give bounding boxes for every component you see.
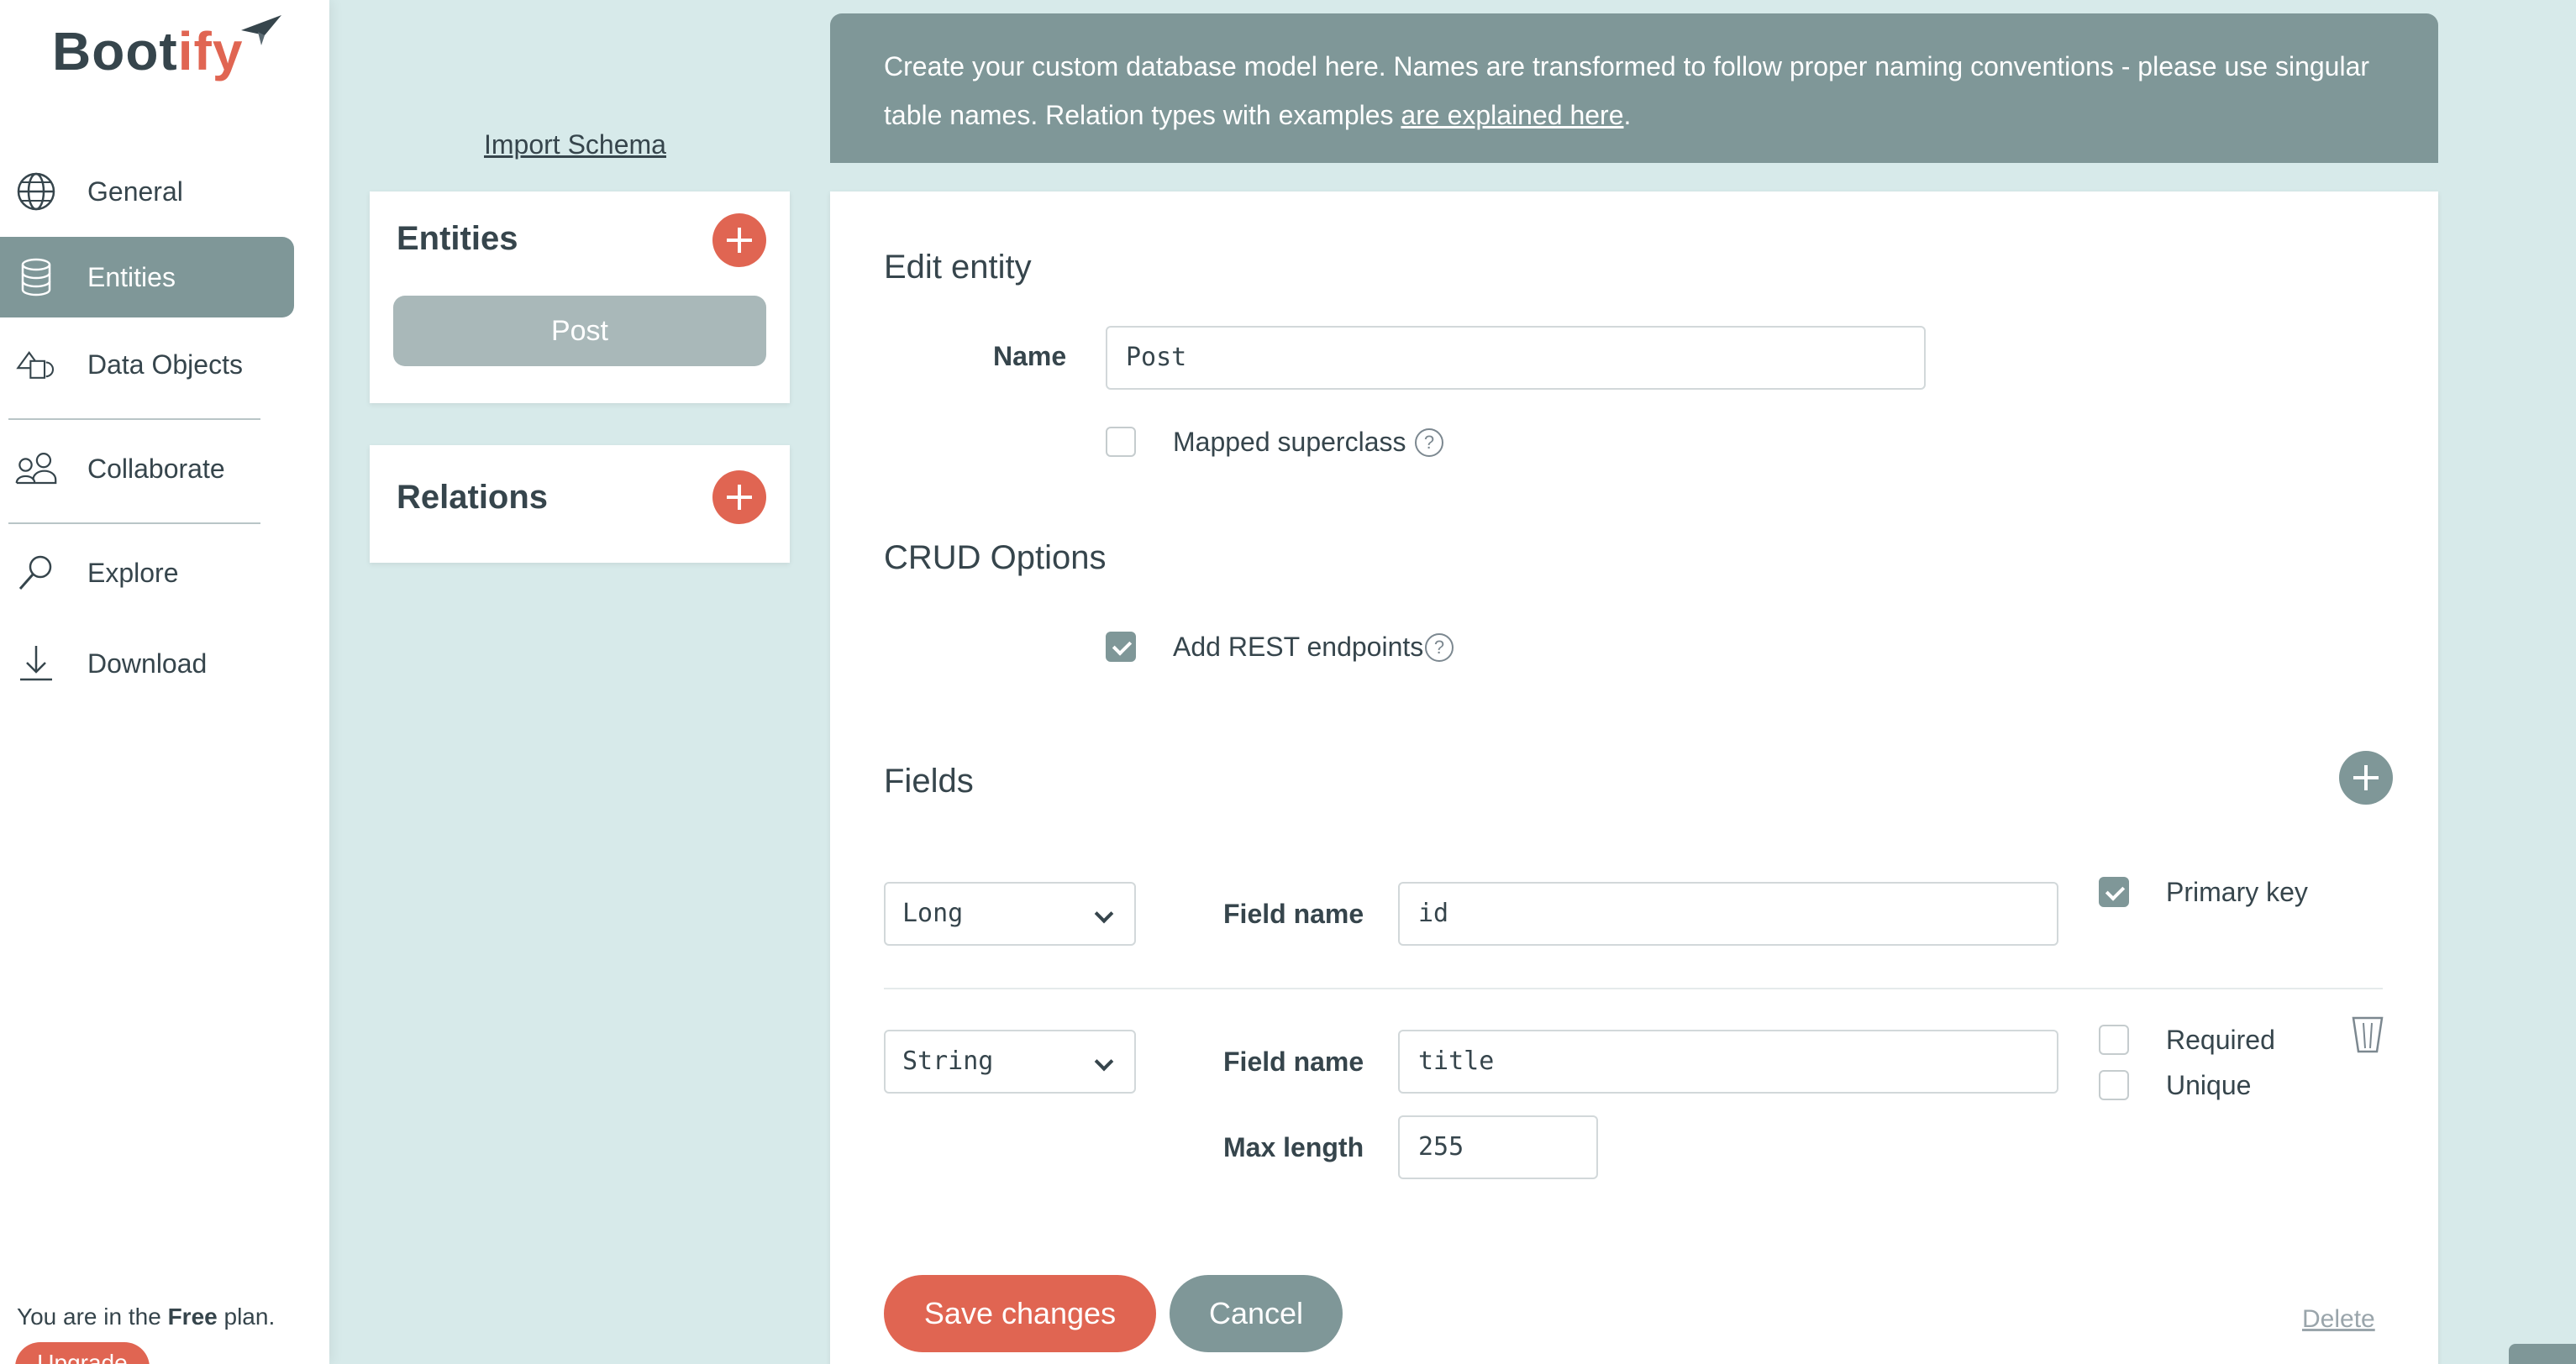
cancel-button[interactable]: Cancel bbox=[1170, 1275, 1343, 1352]
logo-accent: ify bbox=[177, 21, 244, 81]
sidebar-item-label: Explore bbox=[87, 557, 179, 588]
rest-endpoints-label: Add REST endpoints bbox=[1173, 632, 1424, 662]
plan-prefix: You are in the bbox=[17, 1304, 161, 1330]
max-length-input[interactable]: 255 bbox=[1398, 1115, 1598, 1179]
plan-status: You are in the Free plan. bbox=[17, 1304, 275, 1330]
help-icon[interactable]: ? bbox=[1415, 428, 1443, 457]
sidebar-item-label: Entities bbox=[87, 261, 176, 292]
field-name-label: Field name bbox=[1223, 899, 1364, 929]
field-type-select[interactable]: String bbox=[884, 1030, 1136, 1094]
entity-editor: Edit entity Name Post Mapped superclass … bbox=[830, 191, 2438, 1364]
entity-item-post[interactable]: Post bbox=[393, 296, 766, 366]
shapes-icon bbox=[16, 351, 54, 379]
relations-card: Relations bbox=[370, 445, 790, 563]
entity-name-input[interactable]: Post bbox=[1106, 326, 1926, 390]
field-name-input[interactable]: id bbox=[1398, 882, 2058, 946]
sidebar-item-label: Collaborate bbox=[87, 453, 225, 484]
sidebar-item-entities[interactable]: Entities bbox=[0, 237, 294, 317]
plan-name: Free bbox=[167, 1304, 218, 1330]
paper-plane-icon bbox=[241, 15, 282, 45]
sidebar-item-label: Download bbox=[87, 648, 208, 679]
database-icon bbox=[21, 258, 51, 296]
unique-checkbox[interactable] bbox=[2099, 1070, 2129, 1100]
relations-title: Relations bbox=[397, 479, 549, 516]
info-banner: Create your custom database model here. … bbox=[830, 13, 2438, 163]
sidebar-item-data-objects[interactable]: Data Objects bbox=[0, 324, 294, 405]
mapped-superclass-label: Mapped superclass bbox=[1173, 427, 1406, 457]
help-icon[interactable]: ? bbox=[1425, 633, 1454, 662]
sidebar-item-label: General bbox=[87, 176, 183, 207]
plan-suffix: plan. bbox=[223, 1304, 276, 1330]
save-changes-button[interactable]: Save changes bbox=[884, 1275, 1156, 1352]
magnifier-icon bbox=[18, 555, 52, 590]
globe-icon bbox=[17, 172, 55, 211]
sidebar-item-general[interactable]: General bbox=[0, 151, 294, 232]
trash-icon[interactable] bbox=[2351, 1015, 2384, 1055]
chevron-down-icon bbox=[1094, 1052, 1114, 1072]
app-logo[interactable]: Bootify bbox=[52, 13, 283, 97]
field-type-value: String bbox=[902, 1047, 994, 1076]
crud-options-title: CRUD Options bbox=[884, 539, 1107, 576]
name-label: Name bbox=[993, 341, 1067, 371]
max-length-label: Max length bbox=[1223, 1132, 1364, 1162]
sidebar: Bootify General Entities Data Objects Co… bbox=[0, 0, 329, 1364]
chevron-down-icon bbox=[1094, 904, 1114, 924]
logo-main: Boot bbox=[52, 21, 178, 81]
people-icon bbox=[15, 453, 57, 485]
rest-endpoints-checkbox[interactable] bbox=[1106, 632, 1136, 662]
sidebar-item-collaborate[interactable]: Collaborate bbox=[0, 428, 294, 509]
field-type-value: Long bbox=[902, 899, 964, 928]
sidebar-item-label: Data Objects bbox=[87, 349, 243, 380]
field-name-input[interactable]: title bbox=[1398, 1030, 2058, 1094]
delete-link[interactable]: Delete bbox=[2302, 1305, 2375, 1334]
nav-divider bbox=[8, 522, 260, 524]
entities-card: Entities Post bbox=[370, 191, 790, 403]
import-schema-link[interactable]: Import Schema bbox=[484, 129, 666, 160]
field-name-label: Field name bbox=[1223, 1047, 1364, 1077]
explained-here-link[interactable]: are explained here bbox=[1401, 100, 1623, 130]
required-checkbox[interactable] bbox=[2099, 1025, 2129, 1055]
feedback-tab[interactable] bbox=[2509, 1344, 2576, 1364]
upgrade-button[interactable]: Upgrade bbox=[15, 1342, 150, 1364]
nav-divider bbox=[8, 418, 260, 420]
fields-title: Fields bbox=[884, 763, 974, 800]
edit-entity-title: Edit entity bbox=[884, 249, 1032, 286]
mapped-superclass-checkbox[interactable] bbox=[1106, 427, 1136, 457]
add-field-button[interactable] bbox=[2339, 751, 2393, 805]
add-relation-button[interactable] bbox=[712, 470, 766, 524]
add-entity-button[interactable] bbox=[712, 213, 766, 267]
banner-end: . bbox=[1623, 100, 1632, 130]
primary-key-checkbox[interactable] bbox=[2099, 877, 2129, 907]
field-row-divider bbox=[884, 988, 2383, 989]
unique-label: Unique bbox=[2166, 1070, 2252, 1100]
download-icon bbox=[20, 646, 52, 681]
sidebar-item-explore[interactable]: Explore bbox=[0, 532, 294, 613]
field-type-select[interactable]: Long bbox=[884, 882, 1136, 946]
sidebar-item-download[interactable]: Download bbox=[0, 623, 294, 704]
entities-title: Entities bbox=[397, 220, 518, 257]
logo-text: Bootify bbox=[52, 13, 243, 89]
primary-key-label: Primary key bbox=[2166, 877, 2308, 907]
required-label: Required bbox=[2166, 1025, 2275, 1055]
